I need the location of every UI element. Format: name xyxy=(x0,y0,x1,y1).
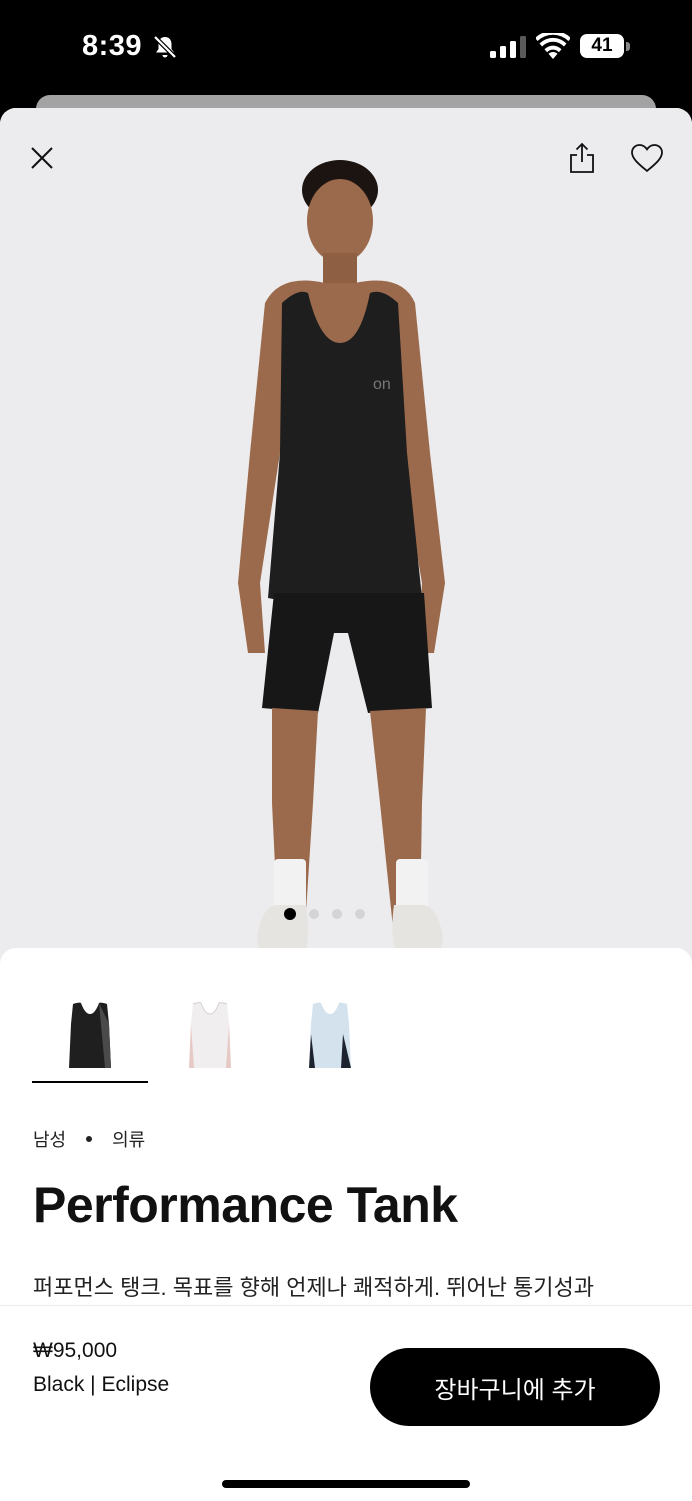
product-image-gallery[interactable]: on xyxy=(0,108,692,968)
product-price: ₩95,000 xyxy=(33,1339,118,1362)
cellular-signal-icon xyxy=(490,36,526,58)
product-description: 퍼포먼스 탱크. 목표를 향해 언제나 쾌적하게. 뛰어난 통기성과 xyxy=(33,1275,595,1300)
gallery-pagination xyxy=(284,908,365,920)
color-variant-selector xyxy=(32,988,388,1083)
svg-text:on: on xyxy=(373,376,391,393)
share-icon xyxy=(570,142,594,173)
battery-icon: 41 xyxy=(580,34,632,59)
product-model-image: on xyxy=(238,160,445,953)
purchase-bar: ₩95,000 Black | Eclipse 장바구니에 추가 xyxy=(0,1305,692,1501)
pagination-dot-active[interactable] xyxy=(284,908,296,920)
tank-thumbnail-white xyxy=(189,1002,231,1068)
selected-color-label: Black | Eclipse xyxy=(33,1373,170,1396)
bell-off-icon xyxy=(153,35,177,59)
product-detail-sheet: on 남성 의류 Performance Tank 퍼포먼스 탱크. 목표를 향… xyxy=(0,108,692,1500)
pagination-dot[interactable] xyxy=(355,909,365,919)
share-button[interactable] xyxy=(562,138,602,178)
color-variant-black[interactable] xyxy=(32,988,148,1083)
pagination-dot[interactable] xyxy=(332,909,342,919)
tank-thumbnail-light-blue xyxy=(309,1002,351,1068)
close-icon xyxy=(31,147,53,169)
status-time: 8:39 xyxy=(82,30,143,62)
product-breadcrumb: 남성 의류 xyxy=(33,1126,145,1152)
status-bar: 8:39 41 xyxy=(0,0,692,95)
add-to-cart-button[interactable]: 장바구니에 추가 xyxy=(370,1348,660,1426)
breadcrumb-separator xyxy=(86,1136,93,1142)
home-indicator[interactable] xyxy=(222,1480,470,1488)
breadcrumb-gender[interactable]: 남성 xyxy=(33,1126,66,1152)
close-button[interactable] xyxy=(22,138,62,178)
color-variant-white[interactable] xyxy=(152,988,268,1083)
battery-level: 41 xyxy=(591,35,613,56)
breadcrumb-category[interactable]: 의류 xyxy=(112,1126,145,1152)
tank-thumbnail-black xyxy=(69,1002,111,1068)
pagination-dot[interactable] xyxy=(309,909,319,919)
wifi-icon xyxy=(536,33,570,59)
color-variant-light-blue[interactable] xyxy=(272,988,388,1083)
heart-icon xyxy=(631,144,663,173)
favorite-button[interactable] xyxy=(627,138,667,178)
product-title: Performance Tank xyxy=(33,1177,458,1233)
